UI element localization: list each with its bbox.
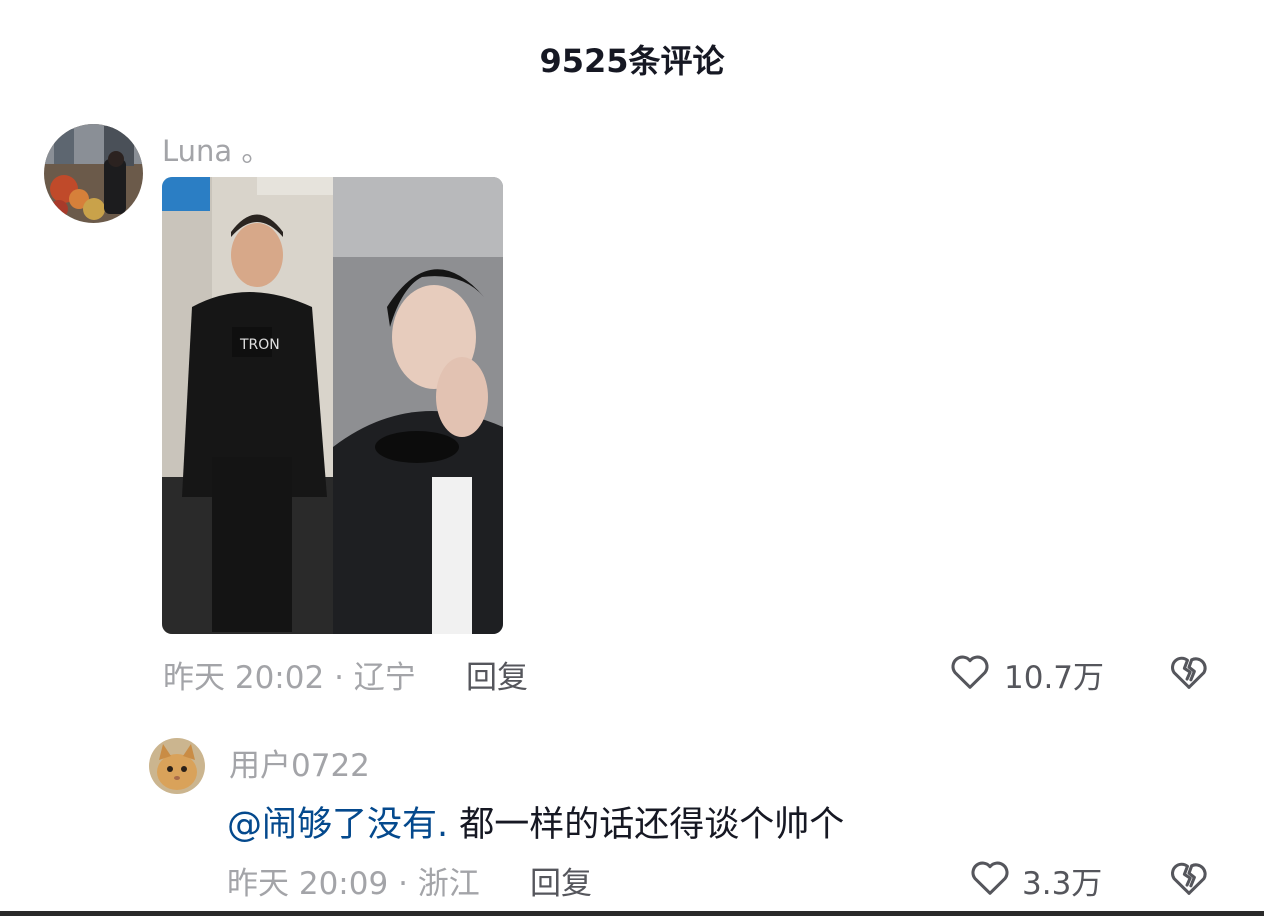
comment-location: 辽宁 xyxy=(353,660,416,696)
reply-body: @闹够了没有. 都一样的话还得谈个帅个 xyxy=(227,796,844,847)
reply-content: 都一样的话还得谈个帅个 xyxy=(448,805,845,845)
meta-separator: · xyxy=(334,660,344,696)
heart-outline-icon[interactable] xyxy=(967,854,1013,900)
comment-time: 昨天 20:02 xyxy=(163,660,325,696)
meta-separator: · xyxy=(398,866,408,902)
broken-heart-icon[interactable] xyxy=(1166,854,1212,900)
reply-button[interactable]: 回复 xyxy=(530,858,592,903)
comment-image[interactable]: TRON xyxy=(162,177,503,634)
reply-meta: 昨天 20:09 · 浙江 xyxy=(227,858,480,903)
comment-meta: 昨天 20:02 · 辽宁 xyxy=(163,652,416,697)
comment-count-title: 9525条评论 xyxy=(539,42,725,80)
mention-link[interactable]: @闹够了没有. xyxy=(227,805,448,845)
broken-heart-icon[interactable] xyxy=(1166,648,1212,694)
heart-outline-icon[interactable] xyxy=(947,648,993,694)
reply-username[interactable]: 用户0722 xyxy=(229,740,370,785)
reply-button[interactable]: 回复 xyxy=(466,652,528,697)
like-count: 10.7万 xyxy=(1004,660,1105,696)
reply-location: 浙江 xyxy=(417,866,480,902)
bottom-divider xyxy=(0,911,1264,916)
like-count: 3.3万 xyxy=(1022,866,1103,902)
comment-username[interactable]: Luna 。 xyxy=(162,128,270,170)
avatar[interactable] xyxy=(44,124,143,223)
reply-time: 昨天 20:09 xyxy=(227,866,389,902)
reply-avatar[interactable] xyxy=(149,738,205,794)
svg-text:TRON: TRON xyxy=(239,337,280,353)
